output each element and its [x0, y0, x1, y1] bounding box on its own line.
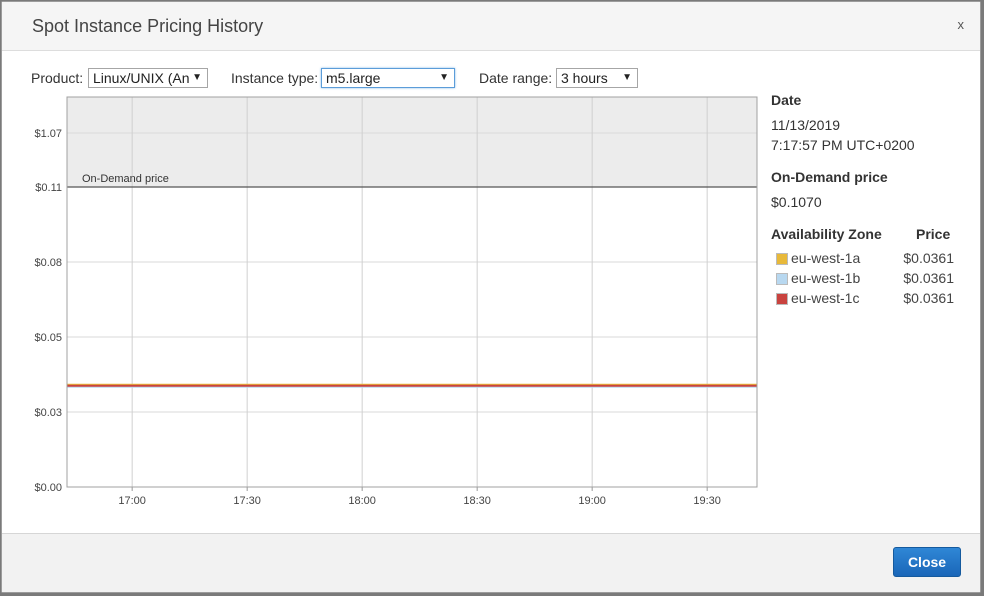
- instance-type-select-value: m5.large: [326, 70, 381, 86]
- az-price: $0.0361: [903, 290, 954, 306]
- az-name: eu-west-1b: [791, 270, 861, 286]
- az-name: eu-west-1c: [791, 290, 860, 306]
- product-select-value: Linux/UNIX (An: [93, 70, 190, 86]
- legend-swatch: [776, 293, 788, 305]
- product-select[interactable]: Linux/UNIX (An ▼: [88, 68, 208, 88]
- az-price: $0.0361: [903, 270, 954, 286]
- dropdown-arrow-icon: ▼: [622, 72, 632, 83]
- dialog-header: Spot Instance Pricing History x: [2, 2, 980, 51]
- legend-swatch: [776, 253, 788, 265]
- az-row: eu-west-1b $0.0361: [774, 270, 954, 288]
- time-value: 7:17:57 PM UTC+0200: [771, 137, 915, 153]
- close-icon[interactable]: x: [958, 17, 965, 32]
- dialog-title: Spot Instance Pricing History: [32, 16, 264, 36]
- date-range-label: Date range:: [479, 70, 553, 86]
- az-header: Availability Zone: [771, 226, 882, 242]
- instance-type-select[interactable]: m5.large ▼: [321, 68, 455, 88]
- az-row: eu-west-1c $0.0361: [774, 290, 954, 308]
- date-range-select[interactable]: 3 hours ▼: [556, 68, 638, 88]
- close-button[interactable]: Close: [893, 547, 961, 577]
- legend-swatch: [776, 273, 788, 285]
- on-demand-value: $0.1070: [771, 194, 822, 210]
- date-range-select-value: 3 hours: [561, 70, 608, 86]
- dropdown-arrow-icon: ▼: [439, 72, 449, 83]
- product-label: Product:: [31, 70, 84, 86]
- instance-type-label: Instance type:: [231, 70, 319, 86]
- az-name: eu-west-1a: [791, 250, 861, 266]
- az-price: $0.0361: [903, 250, 954, 266]
- date-header: Date: [771, 92, 802, 108]
- price-header: Price: [916, 226, 951, 242]
- az-row: eu-west-1a $0.0361: [774, 250, 954, 268]
- on-demand-header: On-Demand price: [771, 169, 888, 185]
- dialog-footer: Close: [2, 533, 980, 592]
- date-value: 11/13/2019: [771, 117, 841, 133]
- dropdown-arrow-icon: ▼: [192, 72, 202, 83]
